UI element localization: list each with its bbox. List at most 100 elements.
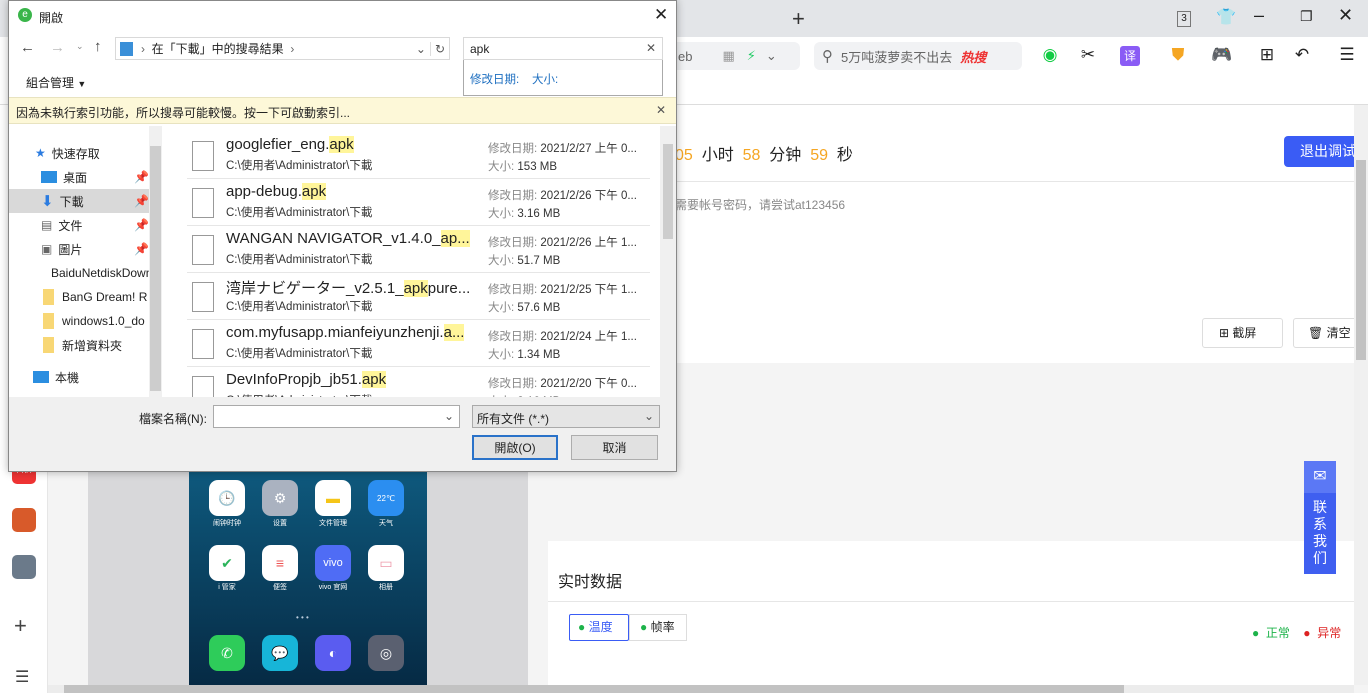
file-row[interactable]: com.myfusapp.mianfeiyunzhenji.a... C:\使用… — [187, 320, 650, 367]
skin-icon[interactable]: 👕 — [1216, 7, 1236, 27]
refresh-button[interactable]: ↻ — [429, 41, 449, 56]
shield-coin-icon[interactable]: ⛊ — [1166, 45, 1190, 65]
vivo-app-icon[interactable]: vivo — [315, 545, 351, 581]
tab-count-badge[interactable]: 3 — [1177, 11, 1191, 27]
file-icon — [192, 282, 214, 312]
filter-size[interactable]: 大小: — [532, 74, 558, 86]
file-icon — [192, 235, 214, 265]
file-row[interactable]: WANGAN NAVIGATOR_v1.4.0_ap... C:\使用者\Adm… — [187, 226, 650, 273]
file-row[interactable]: googlefier_eng.apk C:\使用者\Administrator\… — [187, 132, 650, 179]
mail-icon: ✉ — [1304, 461, 1336, 493]
file-path: C:\使用者\Administrator\下載 — [226, 301, 373, 313]
browser-app-icon[interactable]: ◐ — [315, 635, 351, 671]
camera-app-icon[interactable]: ◎ — [368, 635, 404, 671]
nav-item-pictures[interactable]: ▣ 圖片 📌 — [9, 237, 149, 261]
notes-app-icon[interactable]: ≡ — [262, 545, 298, 581]
weather-app-icon[interactable]: 22℃ — [368, 480, 404, 516]
chevron-down-icon[interactable]: ⌄ — [444, 409, 454, 423]
page-scrollbar[interactable] — [1354, 105, 1368, 685]
clear-search-button[interactable]: ✕ — [646, 41, 656, 55]
app-label: 相册 — [379, 584, 393, 591]
nav-item-folder[interactable]: BaiduNetdiskDownload — [9, 261, 162, 285]
clock-app-icon[interactable]: 🕒 — [209, 480, 245, 516]
horizontal-scrollbar[interactable] — [48, 685, 1354, 693]
up-button[interactable]: ↑ — [94, 38, 102, 55]
app-label: 文件管理 — [319, 520, 347, 527]
pictures-icon: ▣ — [41, 242, 53, 256]
list-icon[interactable]: ☰ — [15, 667, 29, 687]
forward-button[interactable]: → — [50, 39, 65, 56]
file-row[interactable]: 湾岸ナビゲーター_v2.5.1_apkpure.... C:\使用者\Admin… — [187, 273, 650, 320]
add-icon[interactable]: + — [14, 613, 27, 639]
file-path: C:\使用者\Administrator\下載 — [226, 254, 373, 266]
file-date: 修改日期: 2021/2/27 上午 0... — [488, 143, 637, 155]
folder-icon — [43, 337, 54, 353]
nav-item-documents[interactable]: ▤ 文件 📌 — [9, 213, 149, 237]
game-icon[interactable]: 🎮 — [1210, 45, 1234, 65]
file-list-scrollbar[interactable] — [660, 126, 676, 397]
file-size: 大小: 1.34 MB — [488, 349, 561, 361]
nav-item-folder[interactable]: BanG Dream! R — [9, 285, 149, 309]
hot-search-label[interactable]: 热搜 — [960, 47, 986, 66]
file-type-select[interactable]: 所有文件 (*.*) ⌄ — [472, 405, 660, 428]
cancel-button[interactable]: 取消 — [571, 435, 658, 460]
screenshot-button[interactable]: ⊞ 截屏 — [1202, 318, 1283, 348]
sidebar-game-icon[interactable] — [12, 555, 36, 579]
reader-icon[interactable]: ◉ — [1038, 45, 1062, 65]
minimize-button[interactable]: – — [1254, 5, 1264, 26]
translate-icon[interactable]: 译 — [1120, 46, 1140, 66]
sidebar-game-icon[interactable] — [12, 508, 36, 532]
restore-button[interactable]: ❐ — [1300, 8, 1313, 25]
messages-app-icon[interactable]: 💬 — [262, 635, 298, 671]
back-button[interactable]: ← — [20, 39, 35, 56]
menu-icon[interactable]: ☰ — [1335, 45, 1359, 65]
nav-item-this-pc[interactable]: 本機 — [9, 365, 149, 389]
pin-icon: 📌 — [134, 218, 149, 232]
files-app-icon[interactable]: ▬ — [315, 480, 351, 516]
contact-us-button[interactable]: ✉ 联系我们 — [1304, 461, 1336, 574]
nav-item-folder[interactable]: 新增資料夾 — [9, 333, 149, 357]
undo-icon[interactable]: ↶ — [1290, 45, 1314, 65]
recent-dropdown[interactable]: ⌄ — [76, 41, 84, 52]
tab-framerate[interactable]: ● 帧率 — [629, 614, 687, 641]
scissors-icon[interactable]: ✂ — [1076, 45, 1100, 65]
search-value: apk — [470, 42, 490, 56]
clear-button[interactable]: 🗑 清空 — [1293, 318, 1363, 348]
realtime-section: 实时数据 ● 温度 ● 帧率 ● 正常 ● 异常 — [548, 541, 1354, 686]
imanager-app-icon[interactable]: ✔ — [209, 545, 245, 581]
file-date: 修改日期: 2021/2/26 上午 1... — [488, 237, 637, 249]
nav-scrollbar[interactable] — [149, 126, 162, 397]
tab-temperature[interactable]: ● 温度 — [569, 614, 629, 641]
dialog-close-button[interactable]: ✕ — [654, 5, 668, 25]
settings-app-icon[interactable]: ⚙ — [262, 480, 298, 516]
nav-item-folder[interactable]: windows1.0_do — [9, 309, 149, 333]
nav-item-desktop[interactable]: 桌面 📌 — [9, 165, 149, 189]
gallery-app-icon[interactable]: ▭ — [368, 545, 404, 581]
address-breadcrumb[interactable]: › 在「下載」中的搜尋結果 › ⌄ ↻ — [115, 37, 450, 60]
search-box[interactable]: ⚲ 5万吨菠萝卖不出去 热搜 — [814, 42, 1022, 70]
qr-icon[interactable]: ▦ — [722, 48, 734, 64]
file-row[interactable]: DevInfoPropjb_jb51.apk C:\使用者\Administra… — [187, 367, 650, 397]
address-bar[interactable]: eb ▦ ⚡ ⌄ — [670, 42, 800, 70]
search-field[interactable]: apk ✕ — [463, 37, 663, 60]
nav-item-downloads[interactable]: ⬇ 下載 📌 — [9, 189, 149, 213]
chevron-down-icon[interactable]: ⌄ — [766, 48, 777, 64]
exit-debug-button[interactable]: 退出调试 — [1284, 136, 1364, 167]
index-info-bar[interactable]: 因為未執行索引功能，所以搜尋可能較慢。按一下可啟動索引... ✕ — [9, 97, 676, 124]
new-tab-button[interactable]: + — [792, 6, 805, 32]
filename-input[interactable]: ⌄ — [213, 405, 460, 428]
file-row[interactable]: app-debug.apk C:\使用者\Administrator\下載 修改… — [187, 179, 650, 226]
nav-item-quick-access[interactable]: ★ 快速存取 — [9, 141, 149, 165]
organize-button[interactable]: 組合管理 ▼ — [26, 74, 86, 91]
filter-date-modified[interactable]: 修改日期: — [470, 74, 519, 86]
address-dropdown[interactable]: ⌄ — [416, 42, 426, 56]
chevron-down-icon: ⌄ — [643, 409, 654, 423]
close-window-button[interactable]: ✕ — [1338, 5, 1353, 26]
lightning-icon[interactable]: ⚡ — [747, 48, 756, 64]
open-button[interactable]: 開啟(O) — [472, 435, 558, 460]
apps-grid-icon[interactable]: ⊞ — [1255, 45, 1279, 65]
phone-app-icon[interactable]: ✆ — [209, 635, 245, 671]
trash-icon: 🗑 — [1308, 326, 1324, 340]
info-bar-close[interactable]: ✕ — [656, 103, 666, 117]
app-label: 天气 — [379, 520, 393, 527]
